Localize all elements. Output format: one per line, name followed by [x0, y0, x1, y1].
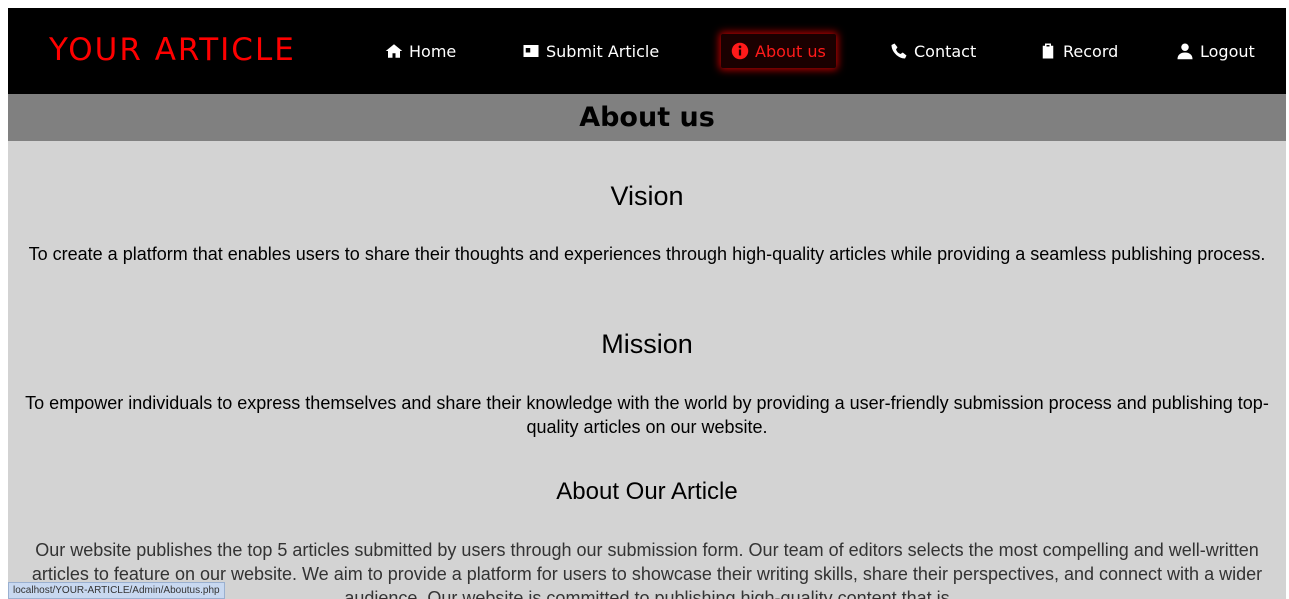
info-icon — [731, 42, 749, 60]
nav-item-home[interactable]: Home — [385, 34, 456, 68]
mission-heading: Mission — [601, 329, 693, 359]
mission-text: To empower individuals to express themse… — [25, 393, 1269, 437]
nav-item-label: Home — [409, 41, 457, 61]
page-title: About us — [8, 94, 1286, 141]
about-article-heading: About Our Article — [556, 478, 738, 505]
navbar: YOUR ARTICLE Home Submit Article About u… — [8, 8, 1286, 94]
home-icon — [385, 44, 403, 58]
nav-item-label: Submit Article — [546, 41, 660, 61]
brand-logo[interactable]: YOUR ARTICLE — [49, 30, 296, 70]
nav-item-about-us[interactable]: About us — [721, 34, 836, 68]
nav-item-submit-article[interactable]: Submit Article — [522, 34, 659, 68]
nav-item-label: About us — [755, 41, 826, 61]
user-icon — [1177, 43, 1193, 60]
clipboard-icon — [1042, 43, 1054, 59]
nav-item-label: Contact — [914, 41, 977, 61]
page-frame: YOUR ARTICLE Home Submit Article About u… — [8, 8, 1286, 599]
id-card-icon — [523, 45, 539, 57]
phone-icon — [891, 43, 907, 59]
status-url: localhost/YOUR-ARTICLE/Admin/Aboutus.php — [8, 582, 225, 599]
vision-heading: Vision — [610, 181, 684, 211]
nav-item-record[interactable]: Record — [1039, 34, 1118, 68]
nav-item-label: Record — [1063, 41, 1119, 61]
vision-text: To create a platform that enables users … — [28, 244, 1266, 264]
nav-item-logout[interactable]: Logout — [1176, 34, 1255, 68]
nav-item-label: Logout — [1200, 41, 1255, 61]
nav-item-contact[interactable]: Contact — [890, 34, 976, 68]
